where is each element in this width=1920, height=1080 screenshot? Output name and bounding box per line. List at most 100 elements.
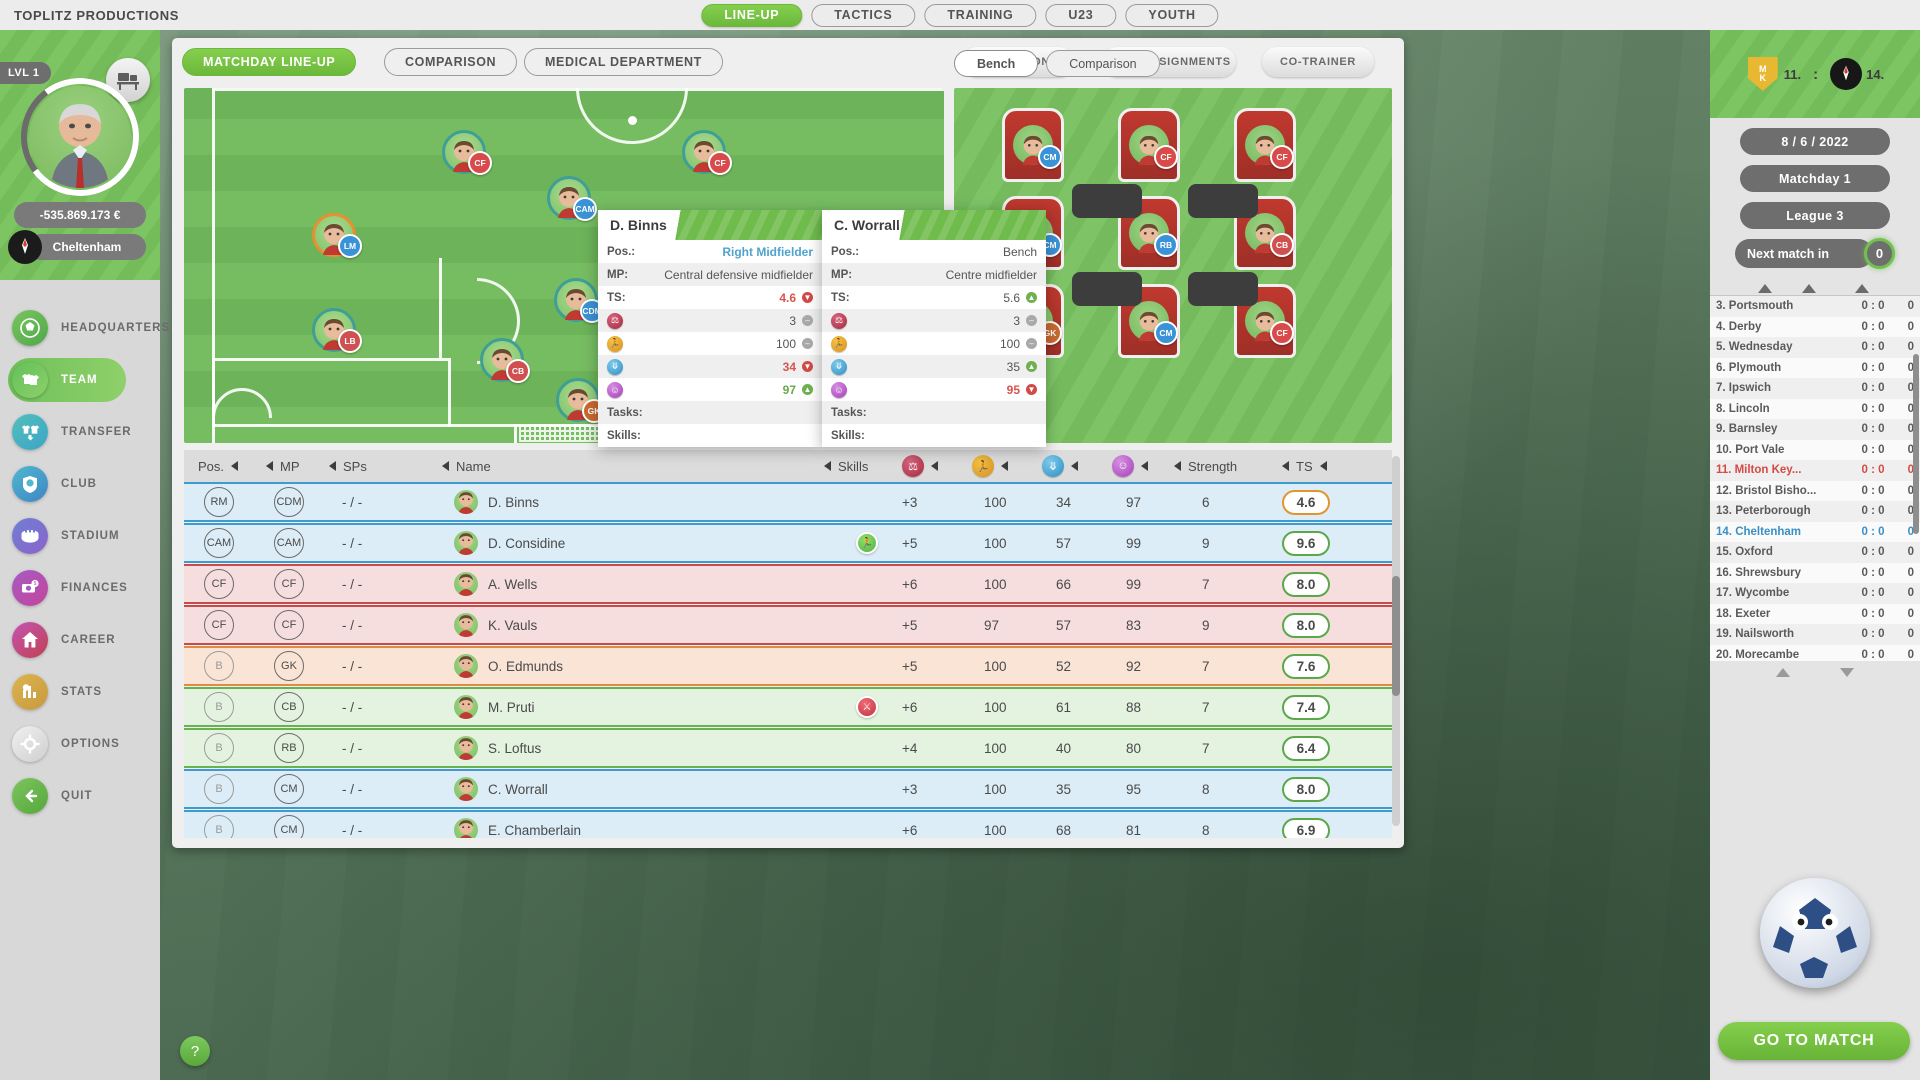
league-row[interactable]: 5. Wednesday 0 : 0 0 xyxy=(1710,337,1920,358)
column-header-mp[interactable]: MP xyxy=(266,459,300,474)
sidebar-item-stadium[interactable]: STADIUM xyxy=(0,510,160,562)
sort-arrow-icon[interactable] xyxy=(442,461,449,471)
sidebar-item-headquarters[interactable]: HEADQUARTERS xyxy=(0,302,169,354)
top-tab-youth[interactable]: YOUTH xyxy=(1125,3,1219,27)
avatar[interactable] xyxy=(13,70,147,204)
league-page-down-icon[interactable] xyxy=(1840,667,1854,677)
column-header-fitness-icon[interactable]: ⤋ xyxy=(1042,455,1078,477)
column-header-morale-icon[interactable]: ☺ xyxy=(1112,455,1148,477)
table-row[interactable]: B CM - / - C. Worrall +3 100 35 95 8 8.0 xyxy=(184,769,1392,809)
league-row[interactable]: 3. Portsmouth 0 : 0 0 xyxy=(1710,296,1920,317)
action-co-trainer[interactable]: CO-TRAINER xyxy=(1262,47,1374,77)
league-row[interactable]: 15. Oxford 0 : 0 0 xyxy=(1710,542,1920,563)
sidebar-item-club[interactable]: CLUB xyxy=(0,458,160,510)
top-tab-training[interactable]: TRAINING xyxy=(924,3,1037,27)
league-row[interactable]: 10. Port Vale 0 : 0 0 xyxy=(1710,439,1920,460)
sidebar-item-transfer[interactable]: TRANSFER xyxy=(0,406,160,458)
sort-arrow-icon[interactable] xyxy=(931,461,938,471)
bench-seat[interactable]: CF xyxy=(1118,108,1180,182)
pitch-player-token[interactable]: CF xyxy=(682,130,732,175)
sort-score-icon[interactable] xyxy=(1802,284,1816,293)
bench-seat[interactable]: CM xyxy=(1002,108,1064,182)
league-scrollbar-thumb[interactable] xyxy=(1913,354,1919,534)
table-scrollbar[interactable] xyxy=(1392,456,1400,826)
matchday-pill[interactable]: Matchday 1 xyxy=(1740,165,1890,192)
table-row[interactable]: CAM CAM - / - D. Considine 🏃 +5 100 57 99 9 9.6 xyxy=(184,523,1392,563)
table-row[interactable]: B CB - / - M. Pruti ⚔ +6 100 61 88 7 7.4 xyxy=(184,687,1392,727)
next-match-widget[interactable]: Next match in 0 xyxy=(1735,238,1895,269)
bench-seat[interactable]: CF xyxy=(1234,108,1296,182)
column-header-sps[interactable]: SPs xyxy=(329,459,367,474)
table-row[interactable]: B RB - / - S. Loftus +4 100 40 80 7 6.4 xyxy=(184,728,1392,768)
bench-tab-bench[interactable]: Bench xyxy=(954,50,1039,77)
table-row[interactable]: B CM - / - E. Chamberlain +6 100 68 81 8 6.9 xyxy=(184,810,1392,838)
league-row[interactable]: 17. Wycombe 0 : 0 0 xyxy=(1710,583,1920,604)
sidebar-item-finances[interactable]: $ FINANCES xyxy=(0,562,160,614)
main-tab-comparison[interactable]: COMPARISON xyxy=(384,48,518,76)
table-row[interactable]: B GK - / - O. Edmunds +5 100 52 92 7 7.6 xyxy=(184,646,1392,686)
top-tab-line-up[interactable]: LINE-UP xyxy=(701,3,803,27)
sort-arrow-icon[interactable] xyxy=(824,461,831,471)
player-tooltip: D. Binns Pos.: Right Midfielder MP: Central … xyxy=(598,210,822,447)
top-tab-u23[interactable]: U23 xyxy=(1045,3,1117,27)
top-tab-tactics[interactable]: TACTICS xyxy=(811,3,916,27)
league-row[interactable]: 20. Morecambe 0 : 0 0 xyxy=(1710,644,1920,661)
date-pill[interactable]: 8 / 6 / 2022 xyxy=(1740,128,1890,155)
league-row[interactable]: 13. Peterborough 0 : 0 0 xyxy=(1710,501,1920,522)
sort-arrow-icon[interactable] xyxy=(1071,461,1078,471)
league-row[interactable]: 11. Milton Key... 0 : 0 0 xyxy=(1710,460,1920,481)
league-row[interactable]: 12. Bristol Bisho... 0 : 0 0 xyxy=(1710,480,1920,501)
league-row[interactable]: 4. Derby 0 : 0 0 xyxy=(1710,316,1920,337)
table-row[interactable]: RM CDM - / - D. Binns +3 100 34 97 6 4.6 xyxy=(184,482,1392,522)
sidebar-item-career[interactable]: CAREER xyxy=(0,614,160,666)
league-row[interactable]: 7. Ipswich 0 : 0 0 xyxy=(1710,378,1920,399)
sidebar-item-quit[interactable]: QUIT xyxy=(0,770,160,822)
column-header-strength[interactable]: Strength xyxy=(1174,459,1237,474)
sort-arrow-icon[interactable] xyxy=(1001,461,1008,471)
league-row[interactable]: 19. Nailsworth 0 : 0 0 xyxy=(1710,624,1920,645)
pitch-player-token[interactable]: CAM xyxy=(547,176,597,221)
bench-tab-comparison[interactable]: Comparison xyxy=(1046,50,1160,77)
league-pill[interactable]: League 3 xyxy=(1740,202,1890,229)
main-tab-matchday-line-up[interactable]: MATCHDAY LINE-UP xyxy=(182,48,357,76)
column-header-skills[interactable]: Skills xyxy=(824,459,868,474)
money-icon: $ xyxy=(12,570,48,606)
pitch-player-token[interactable]: CB xyxy=(480,338,530,383)
pitch-player-token[interactable]: CF xyxy=(442,130,492,175)
pitch-player-token[interactable]: GK xyxy=(556,378,606,423)
league-row[interactable]: 6. Plymouth 0 : 0 0 xyxy=(1710,357,1920,378)
main-tab-medical-department[interactable]: MEDICAL DEPARTMENT xyxy=(524,48,723,76)
sort-arrow-icon[interactable] xyxy=(329,461,336,471)
sort-rank-icon[interactable] xyxy=(1758,284,1772,293)
sort-arrow-icon[interactable] xyxy=(1141,461,1148,471)
sort-arrow-icon[interactable] xyxy=(231,461,239,471)
league-row[interactable]: 18. Exeter 0 : 0 0 xyxy=(1710,603,1920,624)
column-header-name[interactable]: Name xyxy=(442,459,491,474)
league-page-up-icon[interactable] xyxy=(1776,667,1790,677)
column-header-stamina-icon[interactable]: 🏃 xyxy=(972,455,1008,477)
league-row[interactable]: 14. Cheltenham 0 : 0 0 xyxy=(1710,521,1920,542)
league-row[interactable]: 9. Barnsley 0 : 0 0 xyxy=(1710,419,1920,440)
table-scrollbar-thumb[interactable] xyxy=(1392,576,1400,696)
help-icon[interactable]: ? xyxy=(180,1036,210,1066)
sort-arrow-icon[interactable] xyxy=(1174,461,1181,471)
table-row[interactable]: CF CF - / - K. Vauls +5 97 57 83 9 8.0 xyxy=(184,605,1392,645)
sort-arrow-icon[interactable] xyxy=(1282,461,1289,471)
league-row[interactable]: 16. Shrewsbury 0 : 0 0 xyxy=(1710,562,1920,583)
sort-points-icon[interactable] xyxy=(1855,284,1869,293)
sort-arrow-icon[interactable] xyxy=(1319,461,1327,471)
pitch-player-token[interactable]: LM xyxy=(312,213,362,258)
league-table[interactable]: 3. Portsmouth 0 : 0 0 4. Derby 0 : 0 0 5. Wedn… xyxy=(1710,296,1920,661)
go-to-match-button[interactable]: GO TO MATCH xyxy=(1718,1022,1910,1060)
sidebar-item-options[interactable]: OPTIONS xyxy=(0,718,160,770)
sidebar-item-team[interactable]: TEAM xyxy=(0,354,160,406)
column-header-pos-[interactable]: Pos. xyxy=(198,459,239,474)
table-row[interactable]: CF CF - / - A. Wells +6 100 66 99 7 8.0 xyxy=(184,564,1392,604)
column-header-ts[interactable]: TS xyxy=(1282,459,1327,474)
pitch-player-token[interactable]: LB xyxy=(312,308,362,353)
pitch-player-token[interactable]: CDM xyxy=(554,278,604,323)
league-row[interactable]: 8. Lincoln 0 : 0 0 xyxy=(1710,398,1920,419)
sort-arrow-icon[interactable] xyxy=(266,461,273,471)
column-header-strength-icon[interactable]: ⚖ xyxy=(902,455,938,477)
sidebar-item-stats[interactable]: STATS xyxy=(0,666,160,718)
